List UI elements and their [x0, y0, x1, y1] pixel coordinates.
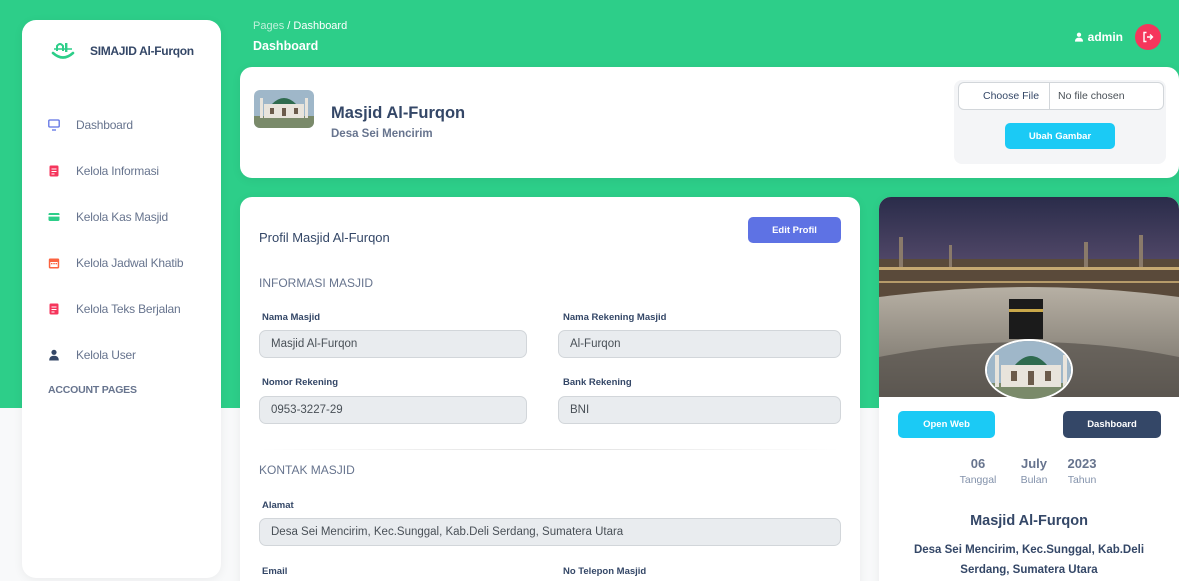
file-status: No file chosen [1058, 90, 1125, 102]
logout-button[interactable] [1135, 24, 1161, 50]
masjid-header-card: Masjid Al-Furqon Desa Sei Mencirim Choos… [240, 67, 1179, 178]
sidebar-item-label: Kelola Jadwal Khatib [76, 256, 184, 270]
month-label: Bulan [1020, 474, 1048, 486]
nomor-rekening-field[interactable]: 0953-3227-29 [259, 396, 527, 424]
sidebar-item-label: Kelola User [76, 348, 136, 362]
sidebar-nav: Dashboard Kelola Informasi Kelola Kas Ma… [22, 102, 221, 396]
mosque-logo-icon [51, 43, 75, 59]
document-icon [49, 165, 59, 177]
breadcrumb-current: Dashboard [293, 20, 348, 32]
calendar-icon [48, 258, 60, 269]
file-input[interactable]: Choose File No file chosen [958, 82, 1164, 110]
sidebar-item-label: Kelola Teks Berjalan [76, 302, 181, 316]
label-nama-rekening: Nama Rekening Masjid [563, 312, 667, 323]
breadcrumb: Pages / Dashboard [253, 20, 347, 32]
choose-file-button[interactable]: Choose File [959, 83, 1051, 109]
divider [259, 449, 841, 450]
brand[interactable]: SIMAJID Al-Furqon [22, 20, 221, 82]
label-nama-masjid: Nama Masjid [262, 312, 321, 323]
breadcrumb-separator: / [287, 20, 291, 32]
year-label: Tahun [1067, 474, 1097, 486]
date-year: 2023 Tahun [1059, 456, 1105, 486]
edit-profile-button[interactable]: Edit Profil [748, 217, 841, 243]
sidebar-item-kelola-kas-masjid[interactable]: Kelola Kas Masjid [22, 194, 221, 240]
day-value: 06 [970, 456, 986, 471]
section-heading-contact: KONTAK MASJID [259, 463, 355, 477]
change-image-button[interactable]: Ubah Gambar [1005, 123, 1115, 149]
brand-name: SIMAJID Al-Furqon [90, 44, 194, 58]
breadcrumb-root[interactable]: Pages [253, 20, 284, 32]
dashboard-button[interactable]: Dashboard [1063, 411, 1161, 438]
year-value: 2023 [1067, 456, 1097, 471]
user-icon [1074, 32, 1083, 42]
masjid-address: Desa Sei Mencirim, Kec.Sunggal, Kab.Deli… [913, 544, 1145, 576]
sidebar-section-label: ACCOUNT PAGES [48, 384, 137, 396]
user-area: admin [1074, 24, 1161, 50]
masjid-avatar [985, 339, 1073, 401]
sidebar-item-label: Kelola Informasi [76, 164, 159, 178]
credit-card-icon [48, 213, 60, 221]
label-email: Email [262, 566, 288, 577]
user-menu[interactable]: admin [1074, 30, 1123, 44]
label-bank-rekening: Bank Rekening [563, 377, 632, 388]
sidebar: SIMAJID Al-Furqon Dashboard Kelola Infor… [22, 20, 221, 578]
bank-rekening-field[interactable]: BNI [558, 396, 841, 424]
section-heading-info: INFORMASI MASJID [259, 276, 374, 290]
day-label: Tanggal [959, 474, 997, 486]
masjid-location: Desa Sei Mencirim [331, 128, 433, 140]
sidebar-item-kelola-jadwal-khatib[interactable]: Kelola Jadwal Khatib [22, 240, 221, 286]
user-name: admin [1087, 30, 1123, 44]
masjid-thumbnail [254, 90, 314, 128]
sidebar-item-kelola-teks-berjalan[interactable]: Kelola Teks Berjalan [22, 286, 221, 332]
masjid-name: Masjid Al-Furqon [331, 104, 466, 122]
masjid-summary-card: Open Web Dashboard 06 Tanggal July Bulan… [879, 197, 1179, 581]
label-nomor-rekening: Nomor Rekening [262, 377, 339, 388]
monitor-icon [48, 119, 60, 131]
date-day: 06 Tanggal [958, 456, 998, 486]
open-web-button[interactable]: Open Web [898, 411, 995, 438]
mosque-image [254, 90, 314, 128]
profile-card: Profil Masjid Al-Furqon Edit Profil INFO… [240, 197, 860, 581]
nama-rekening-field[interactable]: Al-Furqon [558, 330, 841, 358]
profile-title: Profil Masjid Al-Furqon [259, 230, 390, 245]
image-upload-panel: Choose File No file chosen Ubah Gambar [954, 80, 1166, 164]
label-alamat: Alamat [262, 500, 294, 511]
month-value: July [1020, 456, 1047, 471]
logout-icon [1143, 31, 1154, 43]
page-title: Dashboard [253, 39, 319, 53]
sidebar-item-label: Dashboard [76, 118, 133, 132]
document-icon [49, 303, 59, 315]
masjid-name: Masjid Al-Furqon [970, 513, 1088, 529]
alamat-field[interactable]: Desa Sei Mencirim, Kec.Sunggal, Kab.Deli… [259, 518, 841, 546]
date-month: July Bulan [1014, 456, 1054, 486]
sidebar-item-kelola-user[interactable]: Kelola User [22, 332, 221, 378]
sidebar-item-label: Kelola Kas Masjid [76, 210, 168, 224]
sidebar-item-dashboard[interactable]: Dashboard [22, 102, 221, 148]
user-icon [49, 349, 59, 361]
label-telepon: No Telepon Masjid [563, 566, 647, 577]
nama-masjid-field[interactable]: Masjid Al-Furqon [259, 330, 527, 358]
sidebar-item-kelola-informasi[interactable]: Kelola Informasi [22, 148, 221, 194]
